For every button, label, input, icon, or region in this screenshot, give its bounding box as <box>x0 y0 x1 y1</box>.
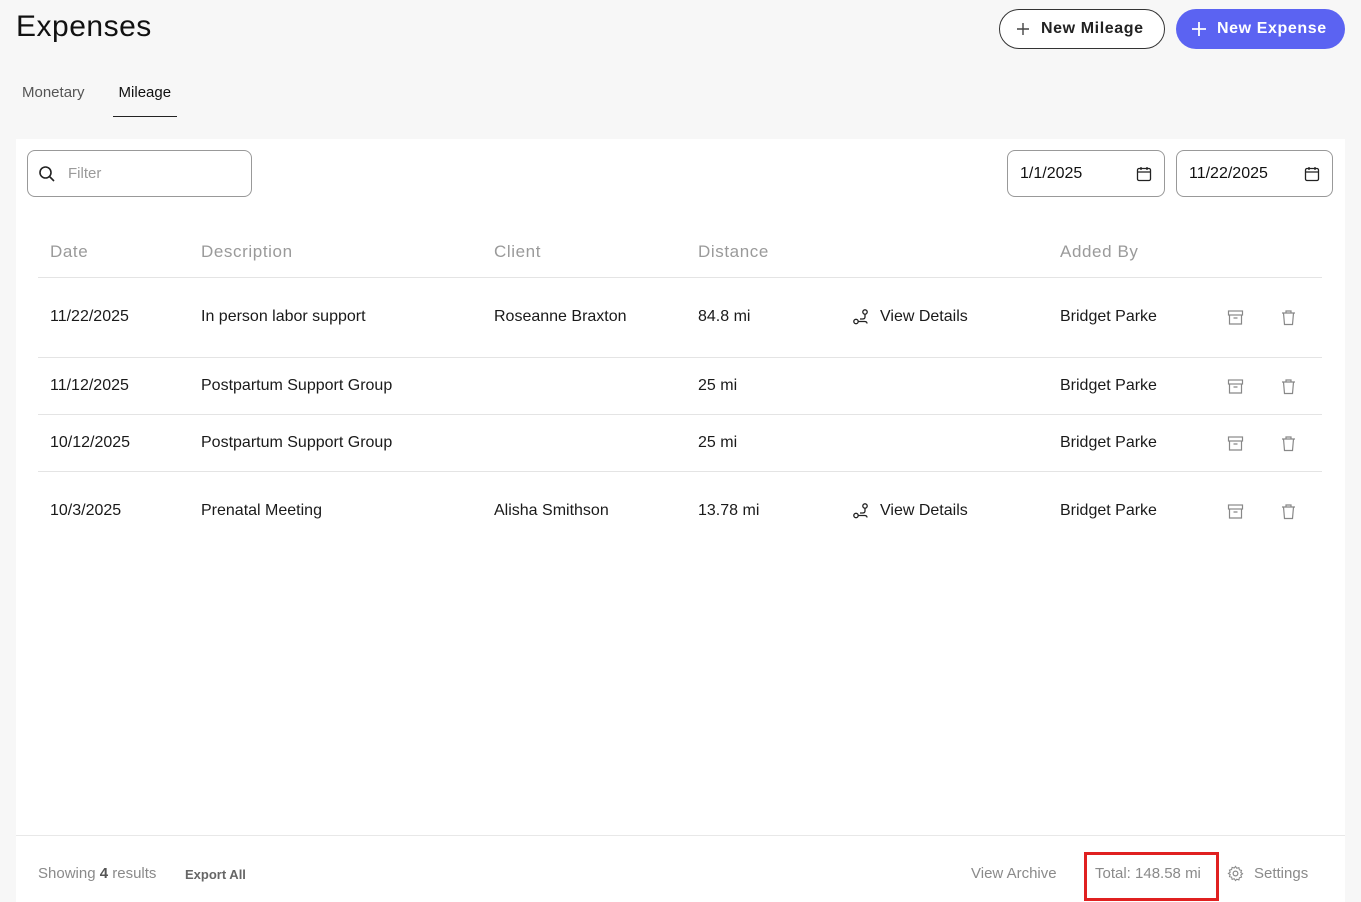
archive-icon[interactable] <box>1227 309 1244 326</box>
row-added-by: Bridget Parke <box>1060 501 1157 519</box>
column-header-client[interactable]: Client <box>494 242 541 262</box>
start-date-field[interactable]: 1/1/2025 <box>1007 150 1165 197</box>
settings-label: Settings <box>1254 865 1309 882</box>
gear-icon <box>1227 865 1244 882</box>
end-date-field[interactable]: 11/22/2025 <box>1176 150 1333 197</box>
route-icon <box>853 309 868 325</box>
trash-icon[interactable] <box>1280 309 1297 326</box>
plus-icon <box>1017 23 1029 35</box>
calendar-icon[interactable] <box>1136 166 1152 182</box>
route-icon <box>853 502 868 518</box>
tab-bar: Monetary Mileage <box>16 80 199 117</box>
archive-icon[interactable] <box>1227 378 1244 395</box>
row-date: 11/22/2025 <box>50 308 129 325</box>
row-description: Postpartum Support Group <box>201 433 393 451</box>
calendar-icon[interactable] <box>1304 166 1320 182</box>
new-mileage-button[interactable]: New Mileage <box>999 9 1165 49</box>
table-row[interactable]: 11/22/2025 In person labor support Roseann… <box>38 278 1322 358</box>
filter-input[interactable] <box>68 165 228 182</box>
table-row[interactable]: 10/12/2025 Postpartum Support Group 25 mi B… <box>38 415 1322 472</box>
column-header-distance[interactable]: Distance <box>698 242 769 262</box>
table-footer: Showing 4 results Export All View Archiv… <box>16 835 1345 902</box>
row-description: In person labor support <box>201 308 366 325</box>
view-details-label: View Details <box>880 501 968 519</box>
column-header-date[interactable]: Date <box>50 242 88 262</box>
trash-icon[interactable] <box>1280 435 1297 452</box>
row-added-by: Bridget Parke <box>1060 308 1157 325</box>
results-count: Showing 4 results <box>38 865 157 882</box>
view-archive-link[interactable]: View Archive <box>971 865 1057 882</box>
row-added-by: Bridget Parke <box>1060 433 1157 451</box>
start-date-value: 1/1/2025 <box>1020 164 1083 182</box>
total-distance: Total: 148.58 mi <box>1095 865 1201 882</box>
row-date: 10/3/2025 <box>50 501 122 519</box>
row-date: 10/12/2025 <box>50 433 131 451</box>
mileage-table: Date Description Client Distance Added B… <box>38 224 1322 551</box>
column-header-added-by[interactable]: Added By <box>1060 242 1139 262</box>
view-details-link[interactable]: View Details <box>852 502 968 520</box>
row-distance: 84.8 mi <box>698 308 751 325</box>
row-distance: 25 mi <box>698 433 738 451</box>
tab-monetary[interactable]: Monetary <box>16 80 91 117</box>
row-client: Roseanne Braxton <box>494 308 627 325</box>
row-description: Postpartum Support Group <box>201 376 393 394</box>
plus-icon <box>1192 22 1206 36</box>
row-distance: 13.78 mi <box>698 501 760 519</box>
row-added-by: Bridget Parke <box>1060 376 1157 394</box>
settings-button[interactable]: Settings <box>1227 865 1308 882</box>
row-description: Prenatal Meeting <box>201 501 322 519</box>
row-client: Alisha Smithson <box>494 501 609 519</box>
trash-icon[interactable] <box>1280 503 1297 520</box>
new-expense-label: New Expense <box>1217 20 1327 37</box>
row-distance: 25 mi <box>698 376 738 394</box>
end-date-value: 11/22/2025 <box>1189 164 1268 182</box>
table-row[interactable]: 10/3/2025 Prenatal Meeting Alisha Smithson… <box>38 472 1322 551</box>
tab-mileage[interactable]: Mileage <box>112 80 178 117</box>
export-all-link[interactable]: Export All <box>185 867 246 882</box>
trash-icon[interactable] <box>1280 378 1297 395</box>
table-header: Date Description Client Distance Added B… <box>38 224 1322 278</box>
new-mileage-label: New Mileage <box>1041 20 1144 37</box>
view-details-link[interactable]: View Details <box>852 308 968 326</box>
page-title: Expenses <box>16 10 152 43</box>
table-row[interactable]: 11/12/2025 Postpartum Support Group 25 mi B… <box>38 358 1322 415</box>
new-expense-button[interactable]: New Expense <box>1176 9 1345 49</box>
row-date: 11/12/2025 <box>50 376 129 394</box>
column-header-description[interactable]: Description <box>201 242 293 262</box>
archive-icon[interactable] <box>1227 503 1244 520</box>
mileage-panel: 1/1/2025 11/22/2025 Date Description Cli… <box>16 139 1345 902</box>
archive-icon[interactable] <box>1227 435 1244 452</box>
filter-field[interactable] <box>27 150 252 197</box>
view-details-label: View Details <box>880 308 968 325</box>
search-icon <box>39 165 55 182</box>
